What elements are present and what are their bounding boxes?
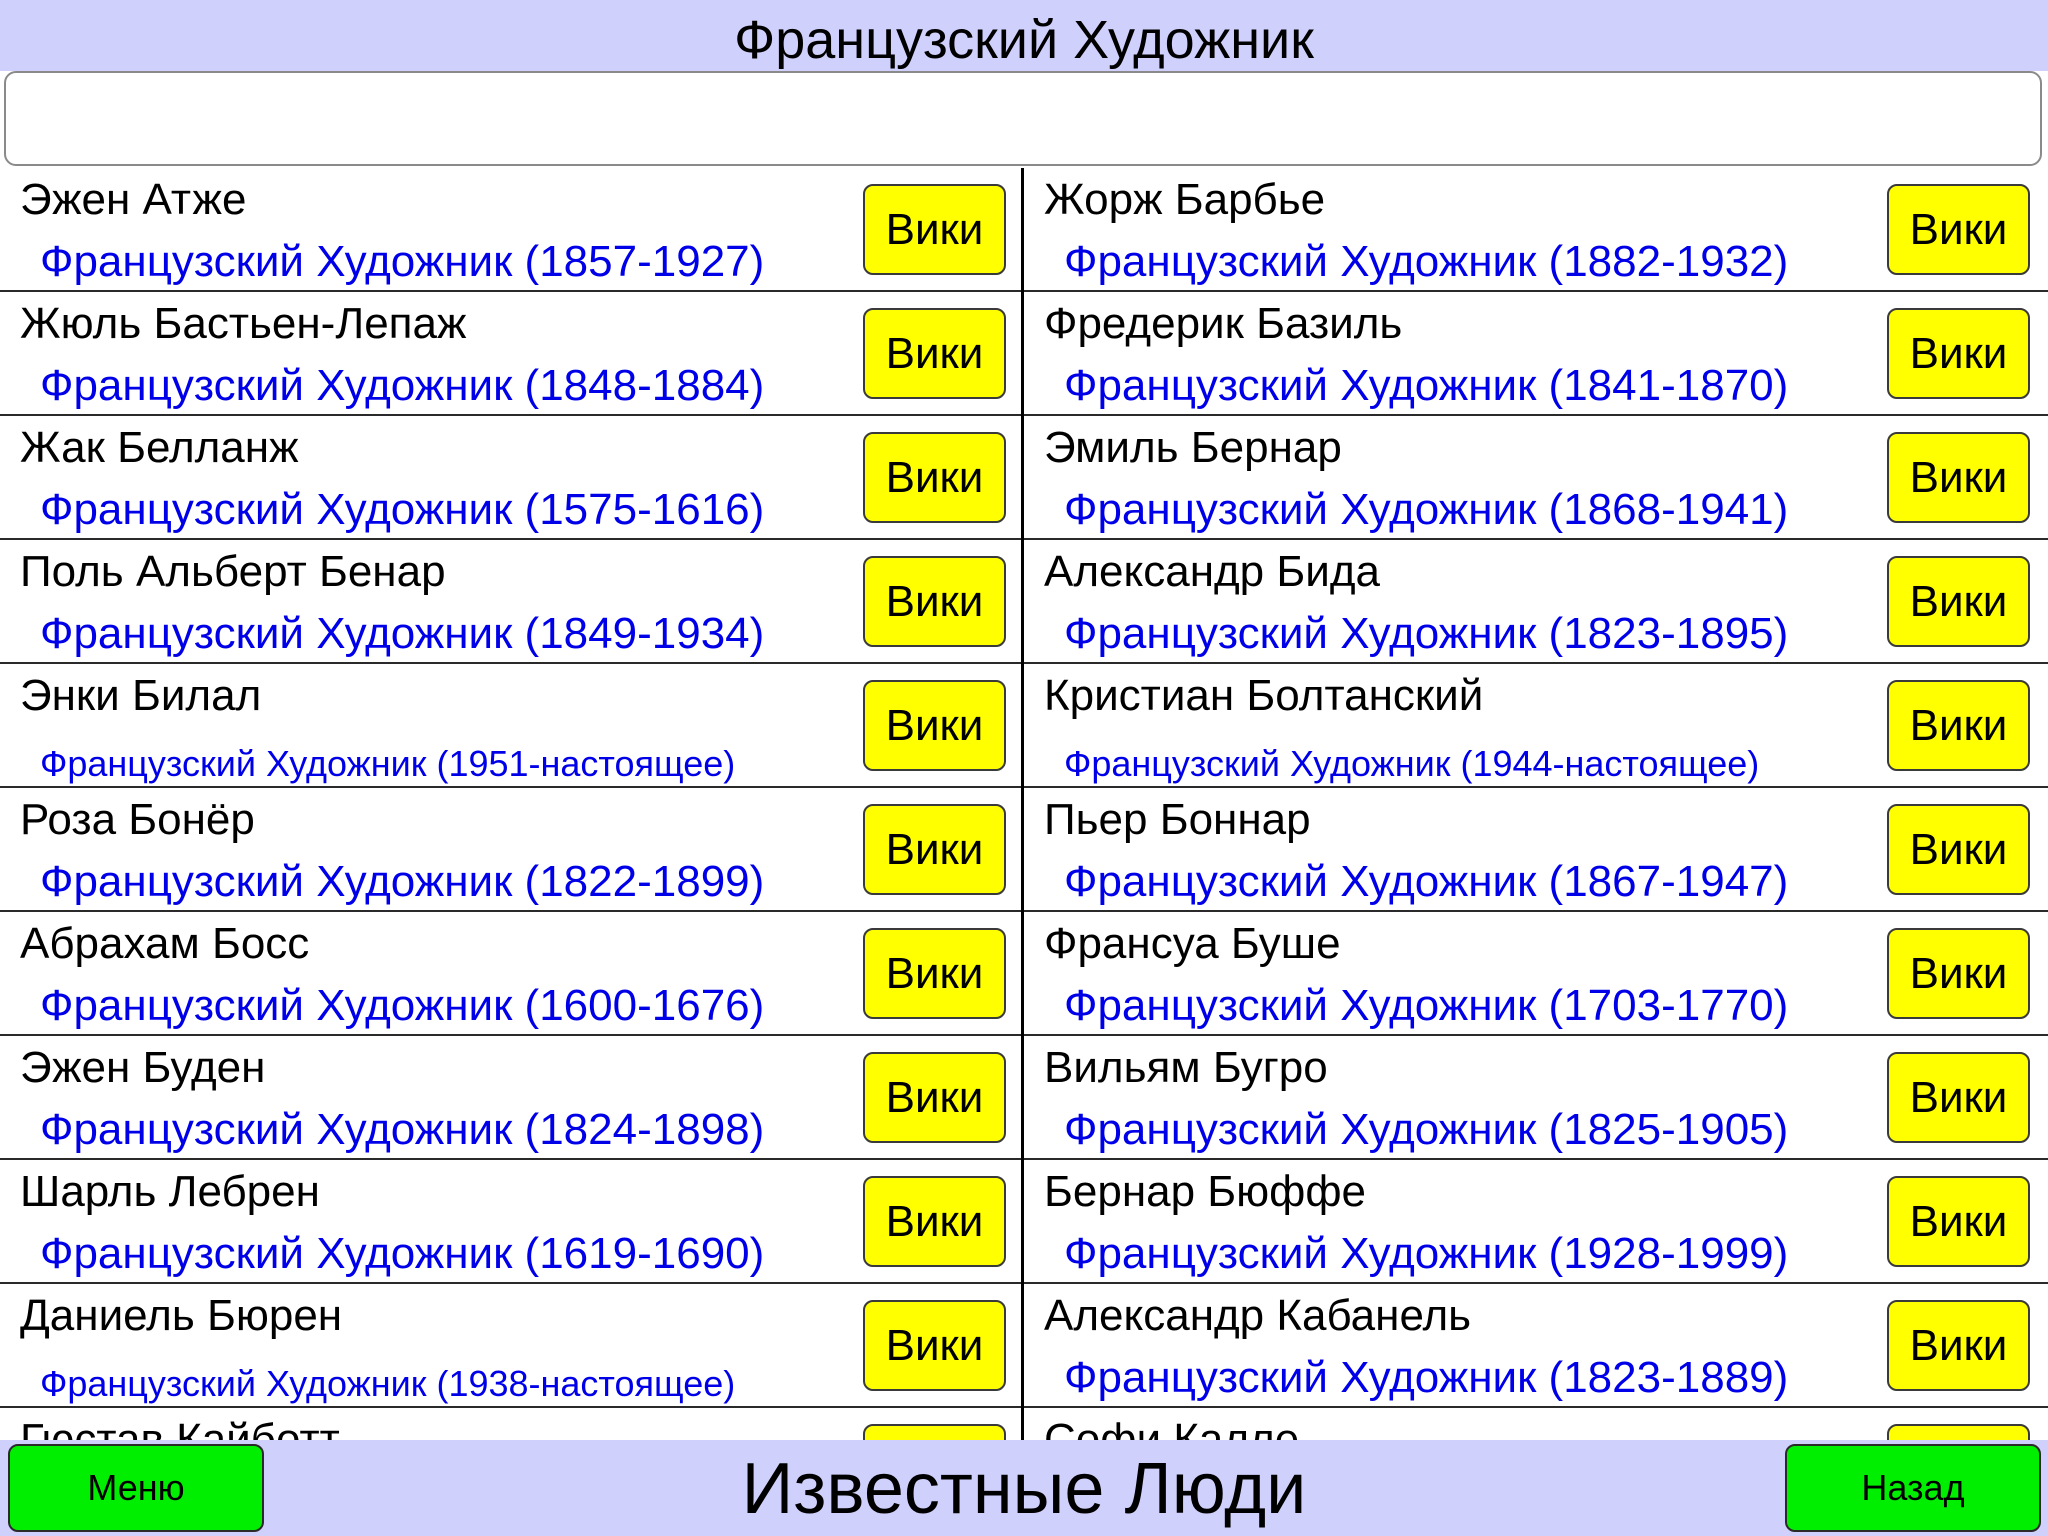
list-item[interactable]: Гюстав Кайботт Вики [0,1408,1021,1440]
list-item[interactable]: Пьер Боннар Французский Художник (1867-19… [1024,788,2048,912]
header-bar: Французский Художник [0,0,2048,71]
person-name: Эжен Атже [20,175,247,224]
person-name: Александр Кабанель [1044,1291,1472,1340]
person-name: Поль Альберт Бенар [20,547,446,596]
person-name: Пьер Боннар [1044,795,1311,844]
wiki-button[interactable]: Вики [863,1300,1006,1391]
footer-title: Известные Люди [741,1449,1307,1529]
wiki-button[interactable]: Вики [863,928,1006,1019]
menu-button[interactable]: Меню [8,1444,264,1532]
person-name: Вильям Бугро [1044,1043,1328,1092]
person-name: Кристиан Болтанский [1044,671,1484,720]
list-item[interactable]: Кристиан Болтанский Французский Художник … [1024,664,2048,788]
list-item[interactable]: Франсуа Буше Французский Художник (1703-1… [1024,912,2048,1036]
list-item[interactable]: Абрахам Босс Французский Художник (1600-1… [0,912,1021,1036]
person-description: Французский Художник (1824-1898) [40,1105,765,1154]
column-divider [1021,168,1024,1440]
wiki-button[interactable]: Вики [863,432,1006,523]
list-item[interactable]: Фредерик Базиль Французский Художник (184… [1024,292,2048,416]
person-name: Бернар Бюффе [1044,1167,1367,1216]
person-description: Французский Художник (1944-настоящее) [1064,743,1760,784]
person-description: Французский Художник (1575-1616) [40,485,765,534]
wiki-button[interactable]: Вики [863,308,1006,399]
wiki-button[interactable]: Вики [1887,556,2030,647]
person-description: Французский Художник (1868-1941) [1064,485,1789,534]
person-description: Французский Художник (1703-1770) [1064,981,1789,1030]
person-description: Французский Художник (1841-1870) [1064,361,1789,410]
person-name: Энки Билал [20,671,262,720]
person-name: Эмиль Бернар [1044,423,1342,472]
wiki-button[interactable]: Вики [863,680,1006,771]
wiki-button[interactable]: Вики [1887,1176,2030,1267]
wiki-button[interactable]: Вики [863,1424,1006,1440]
wiki-button[interactable]: Вики [863,556,1006,647]
list-item[interactable]: Жюль Бастьен-Лепаж Французский Художник (… [0,292,1021,416]
wiki-button[interactable]: Вики [863,1176,1006,1267]
person-description: Французский Художник (1825-1905) [1064,1105,1789,1154]
list-item[interactable]: Даниель Бюрен Французский Художник (1938-… [0,1284,1021,1408]
person-name: Жюль Бастьен-Лепаж [20,299,467,348]
person-description: Французский Художник (1938-настоящее) [40,1363,736,1404]
list-item[interactable]: Эжен Атже Французский Художник (1857-1927… [0,168,1021,292]
person-name: Эжен Буден [20,1043,266,1092]
person-description: Французский Художник (1619-1690) [40,1229,765,1278]
person-description: Французский Художник (1849-1934) [40,609,765,658]
wiki-button[interactable]: Вики [1887,1052,2030,1143]
wiki-button[interactable]: Вики [1887,1300,2030,1391]
person-name: Гюстав Кайботт [20,1415,340,1440]
wiki-button[interactable]: Вики [1887,432,2030,523]
person-name: Франсуа Буше [1044,919,1341,968]
page-title: Французский Художник [734,10,1314,70]
list-item[interactable]: Поль Альберт Бенар Французский Художник (… [0,540,1021,664]
list-item[interactable]: Шарль Лебрен Французский Художник (1619-1… [0,1160,1021,1284]
person-name: Жорж Барбье [1044,175,1326,224]
person-name: Даниель Бюрен [20,1291,343,1340]
wiki-button[interactable]: Вики [1887,928,2030,1019]
app-screen: Французский Художник Эжен Атже Французски… [0,0,2048,1536]
list-item[interactable]: Эмиль Бернар Французский Художник (1868-1… [1024,416,2048,540]
list-item[interactable]: Александр Бида Французский Художник (1823… [1024,540,2048,664]
list-column-right: Жорж Барбье Французский Художник (1882-19… [1024,168,2048,1440]
list-item[interactable]: Роза Бонёр Французский Художник (1822-189… [0,788,1021,912]
person-name: Фредерик Базиль [1044,299,1403,348]
person-description: Французский Художник (1882-1932) [1064,237,1789,286]
wiki-button[interactable]: Вики [863,804,1006,895]
person-description: Французский Художник (1951-настоящее) [40,743,736,784]
wiki-button[interactable]: Вики [863,184,1006,275]
list-column-left: Эжен Атже Французский Художник (1857-1927… [0,168,1021,1440]
wiki-button[interactable]: Вики [863,1052,1006,1143]
person-name: Софи Калле [1044,1415,1300,1440]
person-name: Жак Белланж [20,423,299,472]
back-button[interactable]: Назад [1785,1444,2041,1532]
person-description: Французский Художник (1600-1676) [40,981,765,1030]
wiki-button[interactable]: Вики [1887,184,2030,275]
person-name: Александр Бида [1044,547,1380,596]
search-input[interactable] [4,71,2042,166]
person-description: Французский Художник (1822-1899) [40,857,765,906]
person-description: Французский Художник (1823-1889) [1064,1353,1789,1402]
person-description: Французский Художник (1857-1927) [40,237,765,286]
person-description: Французский Художник (1823-1895) [1064,609,1789,658]
list-item[interactable]: Вильям Бугро Французский Художник (1825-1… [1024,1036,2048,1160]
list-item[interactable]: Жорж Барбье Французский Художник (1882-19… [1024,168,2048,292]
list-item[interactable]: Энки Билал Французский Художник (1951-нас… [0,664,1021,788]
footer-bar: Меню Известные Люди Назад [0,1440,2048,1536]
list-item[interactable]: Софи Калле Вики [1024,1408,2048,1440]
person-name: Роза Бонёр [20,795,255,844]
wiki-button[interactable]: Вики [1887,680,2030,771]
list-item[interactable]: Эжен Буден Французский Художник (1824-189… [0,1036,1021,1160]
person-description: Французский Художник (1928-1999) [1064,1229,1789,1278]
wiki-button[interactable]: Вики [1887,1424,2030,1440]
person-description: Французский Художник (1848-1884) [40,361,765,410]
wiki-button[interactable]: Вики [1887,804,2030,895]
person-name: Абрахам Босс [20,919,310,968]
wiki-button[interactable]: Вики [1887,308,2030,399]
people-list[interactable]: Эжен Атже Французский Художник (1857-1927… [0,168,2048,1440]
person-description: Французский Художник (1867-1947) [1064,857,1789,906]
person-name: Шарль Лебрен [20,1167,320,1216]
list-item[interactable]: Жак Белланж Французский Художник (1575-16… [0,416,1021,540]
list-item[interactable]: Александр Кабанель Французский Художник (… [1024,1284,2048,1408]
list-item[interactable]: Бернар Бюффе Французский Художник (1928-1… [1024,1160,2048,1284]
